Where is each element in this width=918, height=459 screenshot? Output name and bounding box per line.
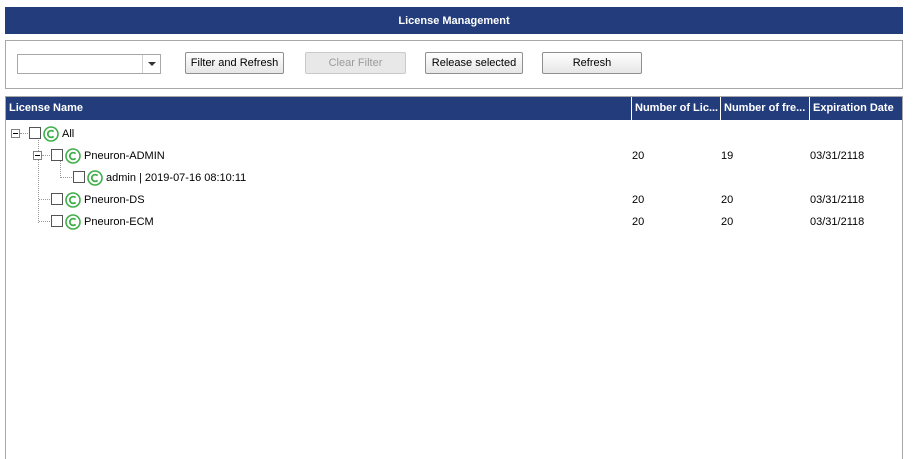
tree-row-admin-session[interactable]: admin | 2019-07-16 08:10:11 (6, 167, 902, 189)
row-number-of-licenses: 20 (632, 194, 645, 206)
row-number-of-free: 19 (721, 150, 734, 162)
row-number-of-licenses: 20 (632, 216, 645, 228)
row-number-of-free: 20 (721, 216, 734, 228)
column-header-expiration-date[interactable]: Expiration Date (810, 97, 902, 120)
release-selected-button[interactable]: Release selected (425, 52, 523, 74)
chevron-down-icon[interactable] (142, 55, 160, 73)
column-header-number-of-free[interactable]: Number of fre... (721, 97, 810, 120)
checkbox[interactable] (51, 193, 63, 205)
row-number-of-licenses: 20 (632, 150, 645, 162)
tree-row-all[interactable]: All (6, 123, 902, 145)
tree-row-pneuron-ecm[interactable]: Pneuron-ECM 20 20 03/31/2118 (6, 211, 902, 233)
row-expiration-date: 03/31/2118 (810, 194, 865, 206)
license-grid: License Name Number of Lic... Number of … (5, 96, 903, 459)
checkbox[interactable] (51, 149, 63, 161)
license-c-icon (87, 170, 103, 186)
filter-and-refresh-button[interactable]: Filter and Refresh (185, 52, 284, 74)
tree-line (42, 155, 50, 156)
row-name: Pneuron-DS (84, 194, 145, 206)
row-name: Pneuron-ECM (84, 216, 154, 228)
column-header-license-name[interactable]: License Name (6, 97, 632, 120)
toolbar: Filter and Refresh Clear Filter Release … (5, 40, 903, 89)
collapse-minus-icon[interactable] (11, 129, 20, 138)
license-c-icon (43, 126, 59, 142)
row-name: Pneuron-ADMIN (84, 150, 165, 162)
row-name: admin | 2019-07-16 08:10:11 (106, 172, 247, 184)
checkbox[interactable] (29, 127, 41, 139)
row-number-of-free: 20 (721, 194, 734, 206)
grid-header: License Name Number of Lic... Number of … (6, 97, 902, 120)
clear-filter-button[interactable]: Clear Filter (305, 52, 406, 74)
tree-line (61, 177, 72, 178)
tree-line (20, 133, 28, 134)
row-name: All (62, 128, 75, 140)
filter-combobox[interactable] (17, 54, 161, 74)
license-c-icon (65, 192, 81, 208)
checkbox[interactable] (51, 215, 63, 227)
row-expiration-date: 03/31/2118 (810, 150, 865, 162)
tree-line (39, 221, 50, 222)
page-title: License Management (5, 7, 903, 34)
license-c-icon (65, 148, 81, 164)
tree-row-pneuron-ds[interactable]: Pneuron-DS 20 20 03/31/2118 (6, 189, 902, 211)
license-c-icon (65, 214, 81, 230)
collapse-minus-icon[interactable] (33, 151, 42, 160)
row-expiration-date: 03/31/2118 (810, 216, 865, 228)
checkbox[interactable] (73, 171, 85, 183)
tree-row-pneuron-admin[interactable]: Pneuron-ADMIN 20 19 03/31/2118 (6, 145, 902, 167)
column-header-number-of-licenses[interactable]: Number of Lic... (632, 97, 721, 120)
refresh-button[interactable]: Refresh (542, 52, 642, 74)
tree-line (39, 199, 50, 200)
